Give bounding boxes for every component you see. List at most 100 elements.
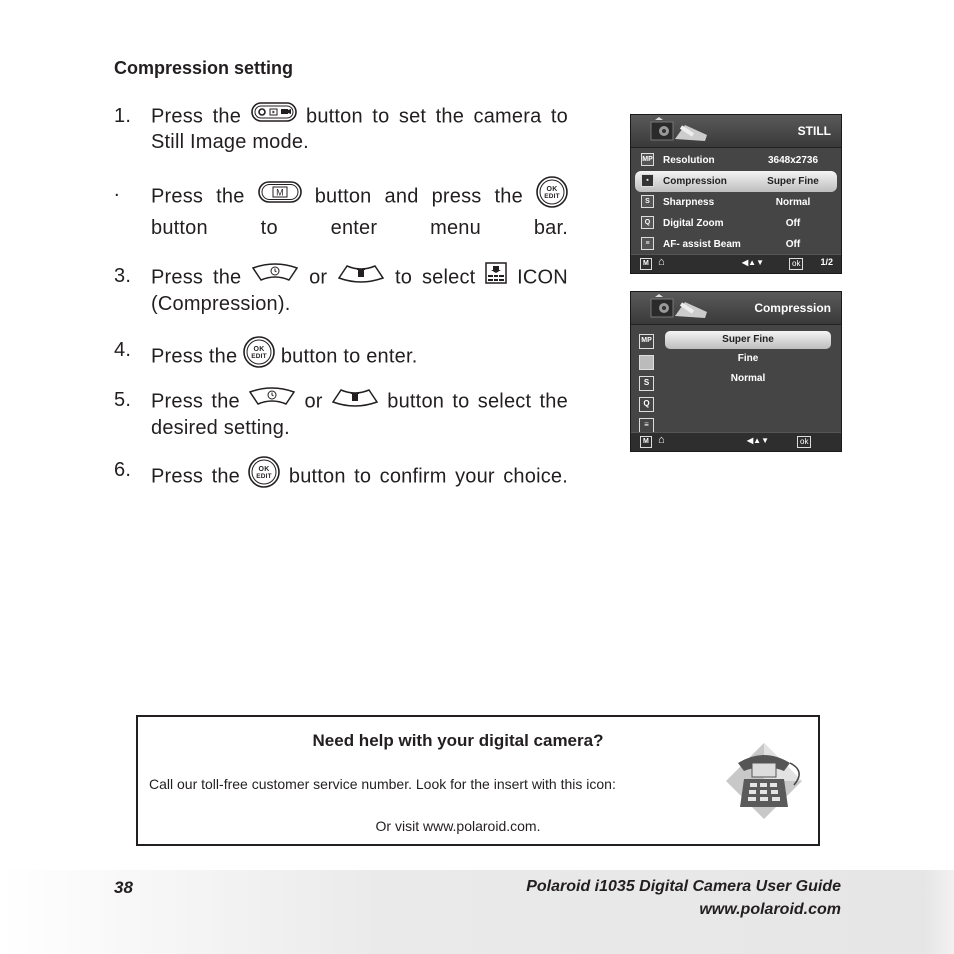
step-number: 6. bbox=[114, 459, 132, 481]
menu-button-icon: M bbox=[257, 181, 302, 209]
step-number: 1. bbox=[114, 105, 132, 127]
screen-footer: M ⌂ ◀▲▼ ok 1/2 bbox=[631, 254, 841, 273]
step-text: to select bbox=[395, 266, 476, 289]
down-delete-button-icon bbox=[331, 386, 379, 414]
screen-title: Compression bbox=[754, 301, 831, 315]
step-1: 1. Press the button to set the camera to… bbox=[114, 102, 568, 154]
guide-url[interactable]: www.polaroid.com bbox=[526, 898, 841, 921]
compression-icon: ▪ bbox=[641, 174, 654, 187]
menu-key-icon: M bbox=[640, 258, 652, 270]
row-value: Super Fine bbox=[767, 176, 819, 187]
menu-row-compression[interactable]: ▪ Compression Super Fine bbox=[635, 171, 837, 192]
menu-row-af-assist-beam[interactable]: ≡ AF- assist Beam Off bbox=[631, 234, 841, 255]
option-super-fine[interactable]: Super Fine bbox=[665, 331, 831, 349]
step-4: 4. Press the OK EDIT button to enter. bbox=[114, 336, 568, 376]
ok-edit-button-icon: OK EDIT bbox=[536, 176, 568, 214]
step-number: . bbox=[114, 179, 120, 201]
step-number: 4. bbox=[114, 339, 132, 361]
menu-row-sharpness[interactable]: S Sharpness Normal bbox=[631, 192, 841, 213]
step-text: Press the bbox=[151, 266, 242, 289]
step-6: 6. Press the OK EDIT button to confirm yo… bbox=[114, 456, 568, 496]
svg-text:OK: OK bbox=[259, 466, 270, 473]
home-icon: ⌂ bbox=[658, 256, 665, 268]
resolution-icon: MP bbox=[639, 334, 654, 349]
steps-list: 1. Press the button to set the camera to… bbox=[114, 102, 568, 496]
ok-edit-button-icon: OK EDIT bbox=[248, 456, 281, 494]
down-delete-button-icon bbox=[337, 262, 385, 290]
step-text: Press the bbox=[151, 345, 238, 368]
row-value: Normal bbox=[775, 197, 811, 208]
step-text: button to confirm your choice. bbox=[288, 465, 568, 488]
digital-zoom-icon: Q bbox=[639, 397, 654, 412]
compression-icon bbox=[485, 262, 508, 290]
sharpness-icon: S bbox=[641, 195, 654, 208]
sharpness-icon: S bbox=[639, 376, 654, 391]
menu-row-digital-zoom[interactable]: Q Digital Zoom Off bbox=[631, 213, 841, 234]
section-heading: Compression setting bbox=[114, 58, 294, 78]
ok-edit-button-icon: OK EDIT bbox=[243, 336, 275, 374]
mode-button-icon bbox=[250, 102, 297, 128]
step-number: 3. bbox=[114, 265, 132, 287]
row-label: Compression bbox=[663, 176, 727, 187]
svg-text:EDIT: EDIT bbox=[257, 473, 273, 480]
page-footer: 38 Polaroid i1035 Digital Camera User Gu… bbox=[0, 870, 954, 954]
step-text: Press the bbox=[151, 185, 245, 208]
svg-text:EDIT: EDIT bbox=[544, 193, 560, 200]
guide-title: Polaroid i1035 Digital Camera User Guide bbox=[526, 878, 841, 895]
step-number: 5. bbox=[114, 389, 132, 411]
step-text: or bbox=[304, 390, 323, 413]
nav-arrows-icon: ◀▲▼ bbox=[747, 436, 769, 445]
menu-tabs-icon bbox=[645, 117, 715, 152]
svg-text:OK: OK bbox=[254, 346, 265, 353]
camera-screen-still-menu: STILL MP Resolution 3648x2736 ▪ Compression… bbox=[630, 114, 842, 274]
af-beam-icon: ≡ bbox=[639, 418, 654, 433]
help-title: Need help with your digital camera? bbox=[312, 731, 604, 750]
up-timer-button-icon bbox=[251, 262, 299, 290]
step-3: 3. Press the or to select ICON (Compress… bbox=[114, 262, 568, 316]
row-value: Off bbox=[785, 218, 801, 229]
telephone-icon bbox=[724, 741, 808, 826]
row-label: AF- assist Beam bbox=[663, 239, 741, 250]
row-value: 3648x2736 bbox=[767, 155, 819, 166]
screen-header: STILL bbox=[631, 115, 841, 148]
page-indicator: 1/2 bbox=[820, 257, 833, 267]
page-number: 38 bbox=[114, 878, 133, 897]
resolution-icon: MP bbox=[641, 153, 654, 166]
row-value: Off bbox=[785, 239, 801, 250]
side-icons: MP S Q ≡ bbox=[639, 334, 655, 433]
home-icon: ⌂ bbox=[658, 434, 665, 446]
screen-footer: M ⌂ ◀▲▼ ok bbox=[631, 432, 841, 451]
step-text: button to enter. bbox=[280, 345, 418, 368]
ok-key-icon: ok bbox=[789, 258, 804, 270]
digital-zoom-icon: Q bbox=[641, 216, 654, 229]
step-text: button and press the bbox=[314, 185, 523, 208]
row-label: Sharpness bbox=[663, 197, 715, 208]
svg-text:EDIT: EDIT bbox=[251, 353, 267, 360]
step-text: button to enter menu bar. bbox=[151, 217, 568, 239]
camera-screen-compression-submenu: Compression MP S Q ≡ Super Fine Fine Nor… bbox=[630, 291, 842, 452]
row-label: Resolution bbox=[663, 155, 715, 166]
step-text: or bbox=[309, 266, 328, 289]
row-label: Digital Zoom bbox=[663, 218, 724, 229]
option-fine[interactable]: Fine bbox=[665, 349, 831, 369]
help-visit-text: Or visit www.polaroid.com. bbox=[375, 818, 541, 834]
help-box: Need help with your digital camera? Call… bbox=[136, 715, 820, 846]
step-text: Press the bbox=[151, 105, 242, 128]
nav-arrows-icon: ◀▲▼ bbox=[742, 258, 764, 267]
guide-info: Polaroid i1035 Digital Camera User Guide… bbox=[526, 875, 841, 921]
menu-row-resolution[interactable]: MP Resolution 3648x2736 bbox=[631, 150, 841, 171]
menu-key-icon: M bbox=[640, 436, 652, 448]
compression-icon bbox=[639, 355, 654, 370]
step-5: 5. Press the or button to select the des… bbox=[114, 386, 568, 440]
svg-text:M: M bbox=[276, 188, 284, 198]
ok-key-icon: ok bbox=[797, 436, 812, 448]
option-normal[interactable]: Normal bbox=[665, 369, 831, 389]
step-text: Press the bbox=[151, 390, 240, 413]
svg-text:OK: OK bbox=[547, 186, 558, 193]
menu-tabs-icon bbox=[645, 294, 715, 329]
step-text: Press the bbox=[151, 465, 240, 488]
screen-header: Compression bbox=[631, 292, 841, 325]
af-beam-icon: ≡ bbox=[641, 237, 654, 250]
screen-title: STILL bbox=[797, 124, 831, 138]
help-call-text: Call our toll-free customer service numb… bbox=[149, 776, 616, 792]
